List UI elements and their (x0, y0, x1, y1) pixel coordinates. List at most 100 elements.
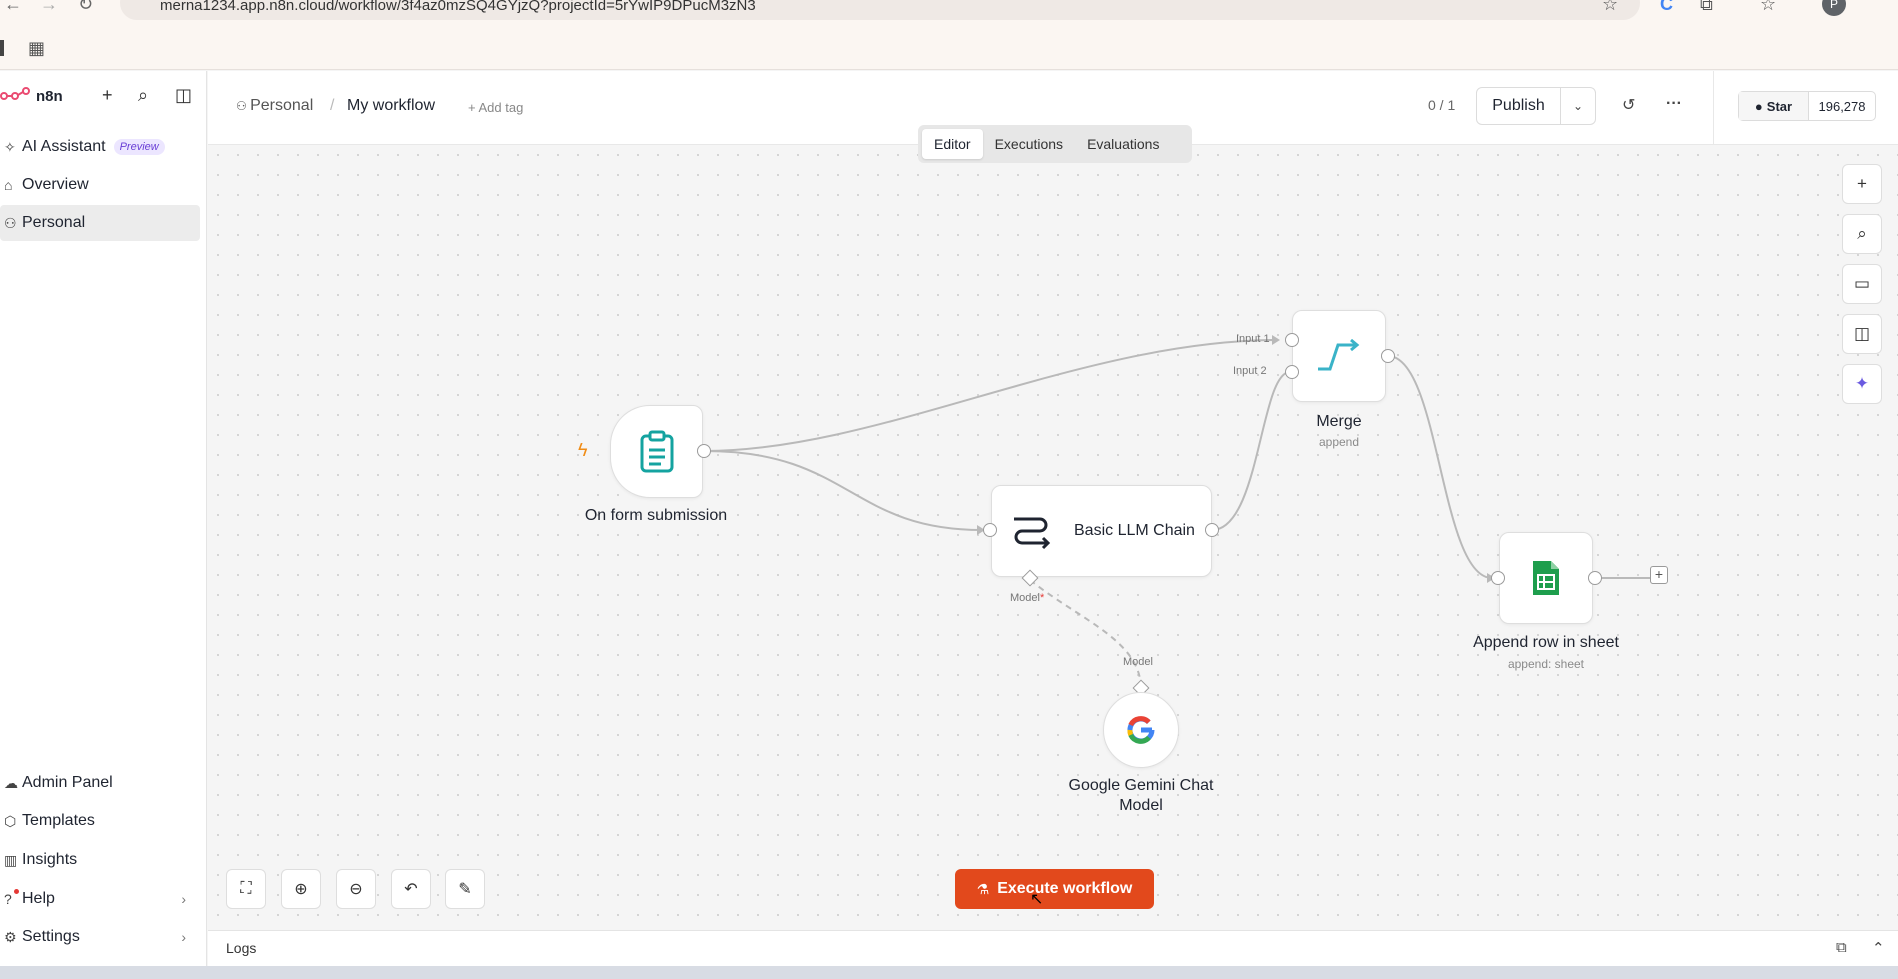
logs-panel-bar[interactable]: Logs ⧉ ⌃ (208, 930, 1898, 966)
left-sidebar: n8n + ⌕ ◫ ✧ AI Assistant Preview ⌂ Overv… (0, 71, 207, 969)
collapse-sidebar-icon[interactable]: ◫ (175, 85, 192, 106)
help-icon: ? (4, 891, 12, 907)
publish-button[interactable]: Publish (1477, 88, 1561, 124)
active-counter: 0 / 1 (1428, 97, 1456, 113)
home-icon: ⌂ (4, 177, 13, 193)
merge-input-1-label: Input 1 (1236, 333, 1270, 345)
search-icon[interactable]: ⌕ (138, 85, 148, 106)
reload-icon[interactable]: ↻ (78, 0, 93, 15)
sidebar-item-help[interactable]: ? Help › (0, 881, 200, 917)
chevron-down-icon[interactable]: ⌄ (1561, 99, 1595, 113)
panel-toggle-icon[interactable]: ◫ (1842, 314, 1882, 354)
sidebar-item-insights[interactable]: ▥ Insights (0, 842, 200, 878)
ai-sparkle-icon[interactable]: ✦ (1842, 364, 1882, 404)
required-asterisk: * (1039, 592, 1045, 604)
sidebar-item-ai-assistant[interactable]: ✧ AI Assistant Preview (0, 129, 200, 165)
undo-icon[interactable]: ↶ (391, 869, 431, 909)
n8n-logo-icon (0, 87, 30, 100)
tidy-up-icon[interactable]: ✎ (445, 869, 485, 909)
profile-avatar[interactable]: P (1822, 0, 1846, 16)
logs-label: Logs (226, 940, 257, 956)
google-sheets-icon (1533, 561, 1559, 595)
sheets-input-port[interactable] (1491, 571, 1505, 585)
publish-button-group: Publish ⌄ (1476, 87, 1596, 125)
node-append-row-in-sheet[interactable] (1499, 532, 1593, 624)
mouse-cursor-icon: ↖ (1030, 891, 1044, 908)
github-star-widget[interactable]: ● Star 196,278 (1738, 91, 1876, 121)
n8n-logo[interactable]: n8n (0, 87, 63, 105)
node-on-form-submission[interactable] (610, 405, 703, 498)
bookmark-star-icon[interactable]: ☆ (1602, 0, 1618, 15)
more-options-icon[interactable]: ··· (1666, 95, 1682, 113)
chevron-right-icon: › (181, 929, 186, 945)
notification-dot (14, 889, 19, 894)
sticky-note-icon[interactable]: ▭ (1842, 264, 1882, 304)
gear-icon: ⚙ (4, 928, 17, 945)
sidebar-item-label: Insights (22, 851, 78, 868)
back-icon[interactable]: ← (4, 0, 22, 15)
breadcrumb-project[interactable]: ⚇ Personal (236, 97, 313, 115)
node-label-form: On form submission (584, 507, 728, 524)
add-tag-button[interactable]: + Add tag (468, 100, 523, 115)
sheets-output-port[interactable] (1588, 571, 1602, 585)
create-plus-icon[interactable]: + (102, 85, 113, 106)
history-icon[interactable]: ↺ (1622, 95, 1635, 115)
workflow-name[interactable]: My workflow (347, 97, 435, 115)
node-basic-llm-chain[interactable]: Basic LLM Chain (991, 485, 1212, 577)
forward-icon[interactable]: → (40, 0, 58, 15)
user-icon: ⚇ (4, 214, 17, 231)
apps-grid-icon[interactable]: ▦ (28, 38, 45, 59)
url-text[interactable]: merna1234.app.n8n.cloud/workflow/3f4az0m… (160, 0, 756, 14)
tab-evaluations[interactable]: Evaluations (1075, 129, 1171, 159)
github-star-button[interactable]: ● Star (1739, 92, 1809, 120)
merge-input-port-2[interactable] (1285, 365, 1299, 379)
node-google-gemini[interactable] (1103, 692, 1179, 768)
extensions-puzzle-icon[interactable]: ⧉ (1700, 0, 1713, 15)
sidebar-item-overview[interactable]: ⌂ Overview (0, 167, 200, 203)
merge-input-port-1[interactable] (1285, 333, 1299, 347)
cloud-icon: ☁ (4, 774, 18, 791)
fit-view-icon[interactable]: ⛶ (226, 869, 266, 909)
bookmarks-icon[interactable]: ☆ (1760, 0, 1776, 15)
tab-editor[interactable]: Editor (922, 129, 983, 159)
zoom-in-icon[interactable]: ⊕ (281, 869, 321, 909)
execute-workflow-label: Execute workflow (997, 880, 1133, 897)
llm-output-port[interactable] (1205, 523, 1219, 537)
chevron-up-icon[interactable]: ⌃ (1872, 939, 1885, 957)
merge-icon (1318, 339, 1360, 371)
os-taskbar (0, 966, 1898, 979)
output-port[interactable] (697, 444, 711, 458)
clipboard-icon (640, 430, 673, 472)
pop-out-icon[interactable]: ⧉ (1836, 939, 1847, 956)
sidebar-item-admin-panel[interactable]: ☁ Admin Panel (0, 765, 200, 801)
node-sub-merge: append (1318, 435, 1360, 449)
sidebar-item-personal[interactable]: ⚇ Personal (0, 205, 200, 241)
sidebar-item-label: Overview (22, 176, 89, 193)
bookmark-edge-icon (0, 40, 4, 56)
github-star-count: 196,278 (1818, 98, 1866, 114)
execute-workflow-button[interactable]: ⚗ Execute workflow (955, 869, 1154, 909)
zoom-out-icon[interactable]: ⊖ (336, 869, 376, 909)
add-node-plus-icon[interactable]: + (1650, 566, 1668, 584)
sidebar-item-label: Personal (22, 214, 86, 231)
node-label-sheets: Append row in sheet (1473, 634, 1619, 651)
sparkle-icon: ✧ (4, 138, 16, 155)
merge-output-port[interactable] (1381, 349, 1395, 363)
llm-model-port-text: Model (1010, 592, 1040, 604)
extension-icon[interactable]: C (1660, 0, 1673, 15)
sidebar-item-settings[interactable]: ⚙ Settings › (0, 919, 200, 955)
add-node-icon[interactable]: + (1842, 164, 1882, 204)
canvas-search-icon[interactable]: ⌕ (1842, 214, 1882, 254)
chain-link-icon (1014, 517, 1051, 550)
node-label-llm: Basic LLM Chain (1074, 522, 1195, 539)
llm-input-port[interactable] (983, 523, 997, 537)
tab-executions[interactable]: Executions (983, 129, 1075, 159)
sidebar-item-templates[interactable]: ⬡ Templates (0, 803, 200, 839)
merge-input-2-label: Input 2 (1233, 365, 1267, 377)
preview-badge: Preview (113, 139, 165, 155)
box-icon: ⬡ (4, 812, 17, 829)
flask-icon: ⚗ (976, 880, 990, 897)
google-g-icon (1127, 716, 1155, 744)
node-merge[interactable] (1292, 310, 1386, 402)
sidebar-item-label: AI Assistant (22, 138, 106, 155)
